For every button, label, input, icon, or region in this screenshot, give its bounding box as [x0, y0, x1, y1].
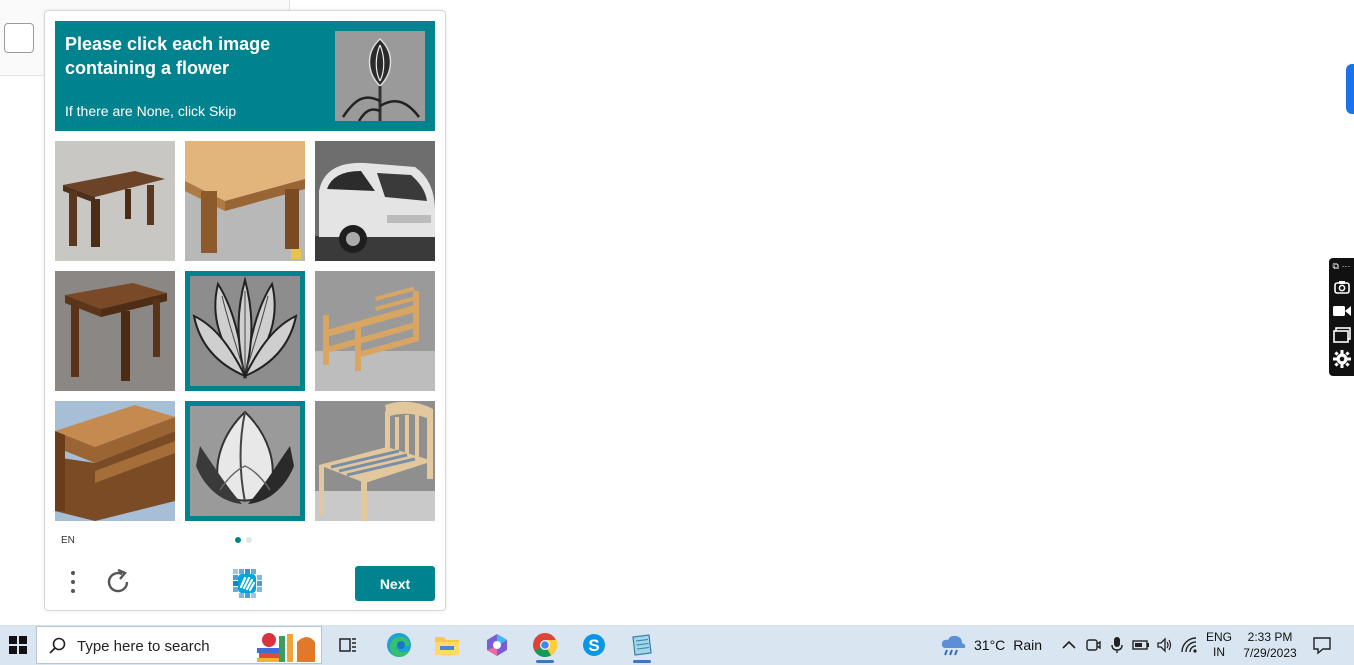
next-button[interactable]: Next [355, 566, 435, 601]
speaker-volume-icon[interactable] [1156, 636, 1174, 654]
prompt-title: Please click each image containing a flo… [65, 34, 271, 78]
window-capture-icon[interactable] [1329, 323, 1354, 347]
taskbar-clock[interactable]: 2:33 PM 7/29/2023 [1238, 629, 1302, 661]
clock-time: 2:33 PM [1247, 630, 1293, 644]
chrome-icon[interactable] [522, 625, 568, 665]
battery-icon[interactable] [1132, 636, 1150, 654]
search-placeholder: Type here to search [77, 638, 210, 655]
page-indicator [235, 537, 252, 543]
image-tile[interactable] [315, 271, 435, 391]
edge-browser-icon[interactable] [376, 625, 422, 665]
captcha-checkbox[interactable] [4, 23, 34, 53]
weather-widget[interactable]: 31°C Rain [940, 625, 1042, 665]
weather-temperature: 31°C [974, 637, 1006, 653]
video-icon[interactable] [1329, 299, 1354, 323]
wifi-icon[interactable] [1180, 636, 1198, 654]
page-dot [246, 537, 252, 543]
screen-recorder-toolbar: ⧉ ⋯ [1329, 258, 1354, 376]
meet-now-icon[interactable] [1084, 636, 1102, 654]
image-tile[interactable] [185, 271, 305, 391]
image-tile[interactable] [55, 271, 175, 391]
more-icon[interactable]: ⧉ ⋯ [1333, 261, 1351, 275]
input-language-indicator[interactable]: ENG IN [1206, 630, 1232, 660]
windows-start-icon[interactable] [0, 625, 36, 665]
windows-taskbar: Type here to search S 31°C Rain ENG IN 2… [0, 625, 1354, 665]
camera-icon[interactable] [1329, 275, 1354, 299]
image-tile[interactable] [315, 141, 435, 261]
notepad-icon[interactable] [619, 625, 665, 665]
show-hidden-icons-chevron-icon[interactable] [1060, 636, 1078, 654]
search-highlight-illustration-icon [255, 630, 319, 662]
language-selector[interactable]: EN [61, 535, 75, 546]
refresh-icon[interactable] [103, 567, 133, 597]
image-tile[interactable] [55, 401, 175, 521]
search-icon [49, 637, 67, 655]
challenge-prompt: Please click each image containing a flo… [55, 21, 435, 131]
svg-text:S: S [588, 636, 599, 655]
language-code: ENG [1206, 630, 1233, 644]
file-explorer-icon[interactable] [424, 625, 470, 665]
more-options-button[interactable] [63, 567, 83, 597]
clock-date: 7/29/2023 [1243, 646, 1297, 660]
weather-condition: Rain [1013, 637, 1043, 653]
image-tile[interactable] [55, 141, 175, 261]
hcaptcha-challenge-dialog: Please click each image containing a flo… [44, 10, 446, 611]
hcaptcha-logo-icon [229, 565, 263, 599]
taskbar-search-box[interactable]: Type here to search [36, 626, 322, 664]
image-grid [55, 141, 435, 521]
rain-cloud-icon [941, 635, 966, 656]
copilot-icon[interactable] [474, 625, 520, 665]
prompt-subtitle: If there are None, click Skip [65, 103, 237, 119]
side-panel-tab[interactable] [1346, 64, 1354, 114]
region-code: IN [1213, 645, 1225, 659]
task-view-icon[interactable] [325, 625, 371, 665]
page-dot-active [235, 537, 241, 543]
image-tile[interactable] [185, 141, 305, 261]
settings-gear-icon[interactable] [1329, 347, 1354, 371]
image-tile[interactable] [315, 401, 435, 521]
microphone-icon[interactable] [1108, 636, 1126, 654]
example-image [335, 31, 425, 121]
image-tile[interactable] [185, 401, 305, 521]
skype-icon[interactable]: S [571, 625, 617, 665]
notification-center-icon[interactable] [1312, 635, 1332, 655]
